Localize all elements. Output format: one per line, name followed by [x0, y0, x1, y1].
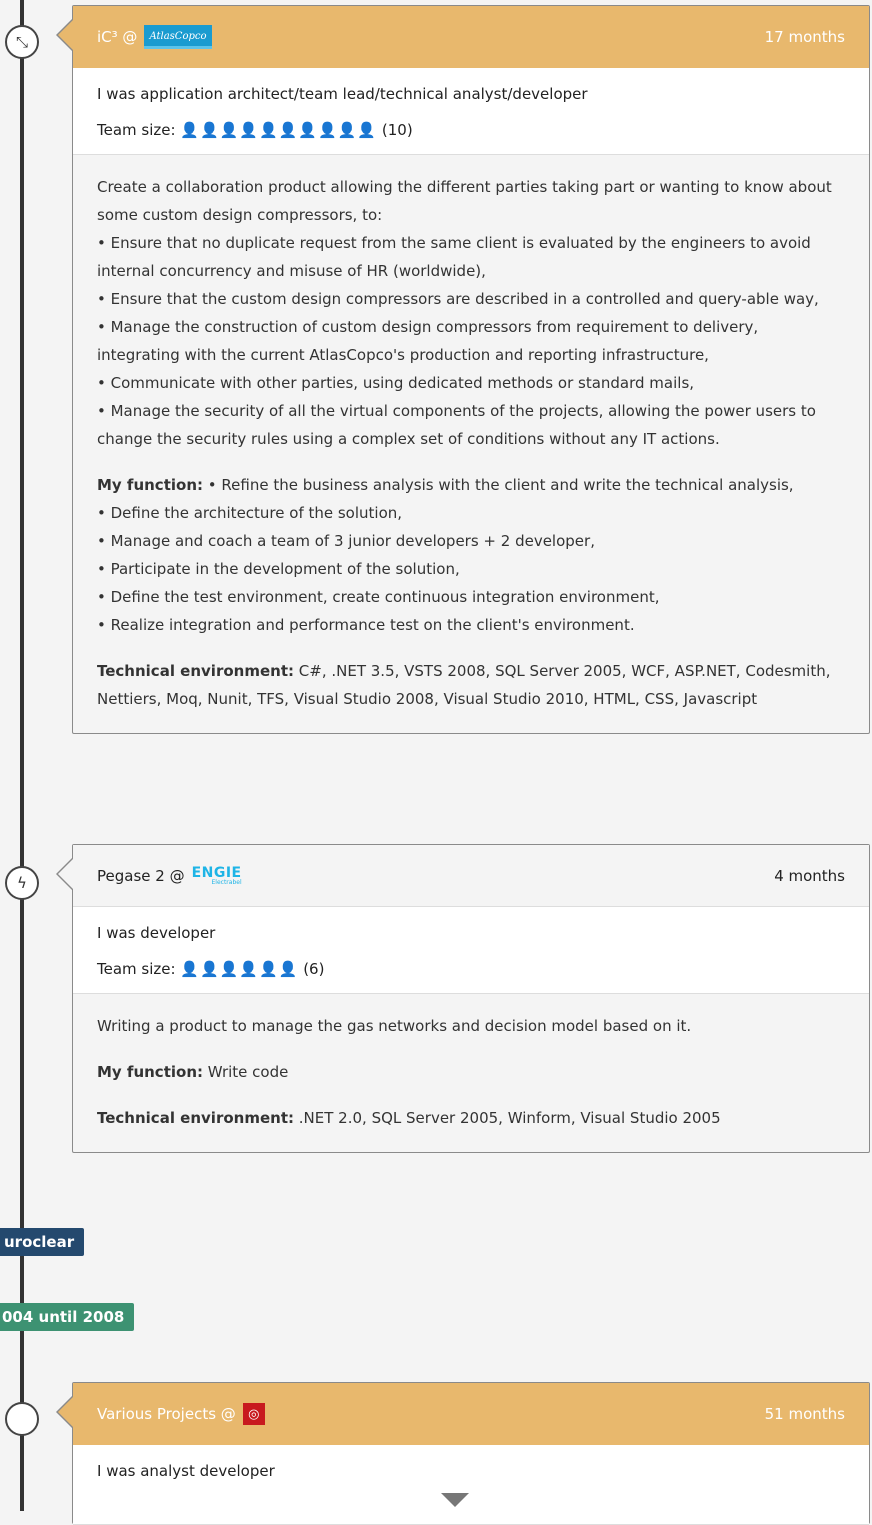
tech-label: Technical environment: [97, 1109, 294, 1127]
project-title: iC³ @ [97, 28, 138, 46]
description-line: • Ensure that no duplicate request from … [97, 234, 811, 280]
function-line: • Define the architecture of the solutio… [97, 504, 403, 522]
engie-logo: ENGIE Electrabel [191, 864, 242, 886]
timeline-line [20, 0, 24, 1511]
card-body: Create a collaboration product allowing … [73, 155, 869, 733]
card-body: Writing a product to manage the gas netw… [73, 994, 869, 1152]
experience-card-various: Various Projects @ ◎ 51 months I was ana… [56, 1382, 870, 1525]
function-line: • Define the test environment, create co… [97, 588, 660, 606]
description-line: • Manage the security of all the virtual… [97, 402, 816, 448]
collapse-arrows-icon[interactable]: ⤡ [5, 25, 39, 59]
card-summary: I was analyst developer [73, 1445, 869, 1525]
card-header[interactable]: iC³ @ AtlasCopco 17 months [73, 6, 869, 68]
function-line: • Participate in the development of the … [97, 560, 460, 578]
description-line: Writing a product to manage the gas netw… [97, 1017, 692, 1035]
role-text: I was developer [97, 924, 216, 942]
tech-label: Technical environment: [97, 662, 294, 680]
duration: 51 months [764, 1405, 845, 1423]
project-title: Various Projects @ [97, 1405, 236, 1423]
role-text: I was application architect/team lead/te… [97, 85, 588, 103]
description-line: • Manage the construction of custom desi… [97, 318, 759, 364]
tech-environment: Technical environment: .NET 2.0, SQL Ser… [97, 1109, 721, 1127]
function-label: My function: [97, 476, 203, 494]
description-line: • Communicate with other parties, using … [97, 374, 695, 392]
duration: 17 months [764, 28, 845, 46]
lightning-icon[interactable]: ϟ [5, 866, 39, 900]
function-label: My function: [97, 1063, 203, 1081]
experience-card-ic3: iC³ @ AtlasCopco 17 months I was applica… [56, 5, 870, 734]
atlascopco-logo: AtlasCopco [144, 25, 212, 49]
card-header[interactable]: Various Projects @ ◎ 51 months [73, 1383, 869, 1445]
date-range-badge: 004 until 2008 [0, 1303, 135, 1331]
function-line: My function: Write code [97, 1063, 289, 1081]
function-line: • Realize integration and performance te… [97, 616, 635, 634]
team-member-icons: 👤👤👤👤👤👤 [180, 960, 299, 978]
project-title: Pegase 2 @ [97, 866, 185, 885]
tech-environment: Technical environment: C#, .NET 3.5, VST… [97, 662, 831, 708]
function-line: My function: • Refine the business analy… [97, 476, 794, 494]
scroll-down-arrow-icon[interactable] [441, 1493, 469, 1507]
experience-card-pegase: Pegase 2 @ ENGIE Electrabel 4 months I w… [56, 844, 870, 1153]
team-member-icons: 👤👤👤👤👤👤👤👤👤👤 [180, 121, 378, 139]
card-summary: I was application architect/team lead/te… [73, 68, 869, 155]
role-text: I was analyst developer [97, 1462, 275, 1480]
company-badge: uroclear [0, 1228, 85, 1256]
team-size: Team size: 👤👤👤👤👤👤 (6) [97, 960, 325, 978]
euroclear-logo: ◎ [242, 1403, 265, 1425]
description-line: • Ensure that the custom design compress… [97, 290, 819, 308]
duration: 4 months [774, 866, 845, 885]
card-header[interactable]: Pegase 2 @ ENGIE Electrabel 4 months [73, 845, 869, 907]
function-line: • Manage and coach a team of 3 junior de… [97, 532, 595, 550]
card-summary: I was developer Team size: 👤👤👤👤👤👤 (6) [73, 907, 869, 994]
team-size: Team size: 👤👤👤👤👤👤👤👤👤👤 (10) [97, 121, 413, 139]
description-line: Create a collaboration product allowing … [97, 178, 832, 224]
empty-circle-icon[interactable] [5, 1402, 39, 1436]
